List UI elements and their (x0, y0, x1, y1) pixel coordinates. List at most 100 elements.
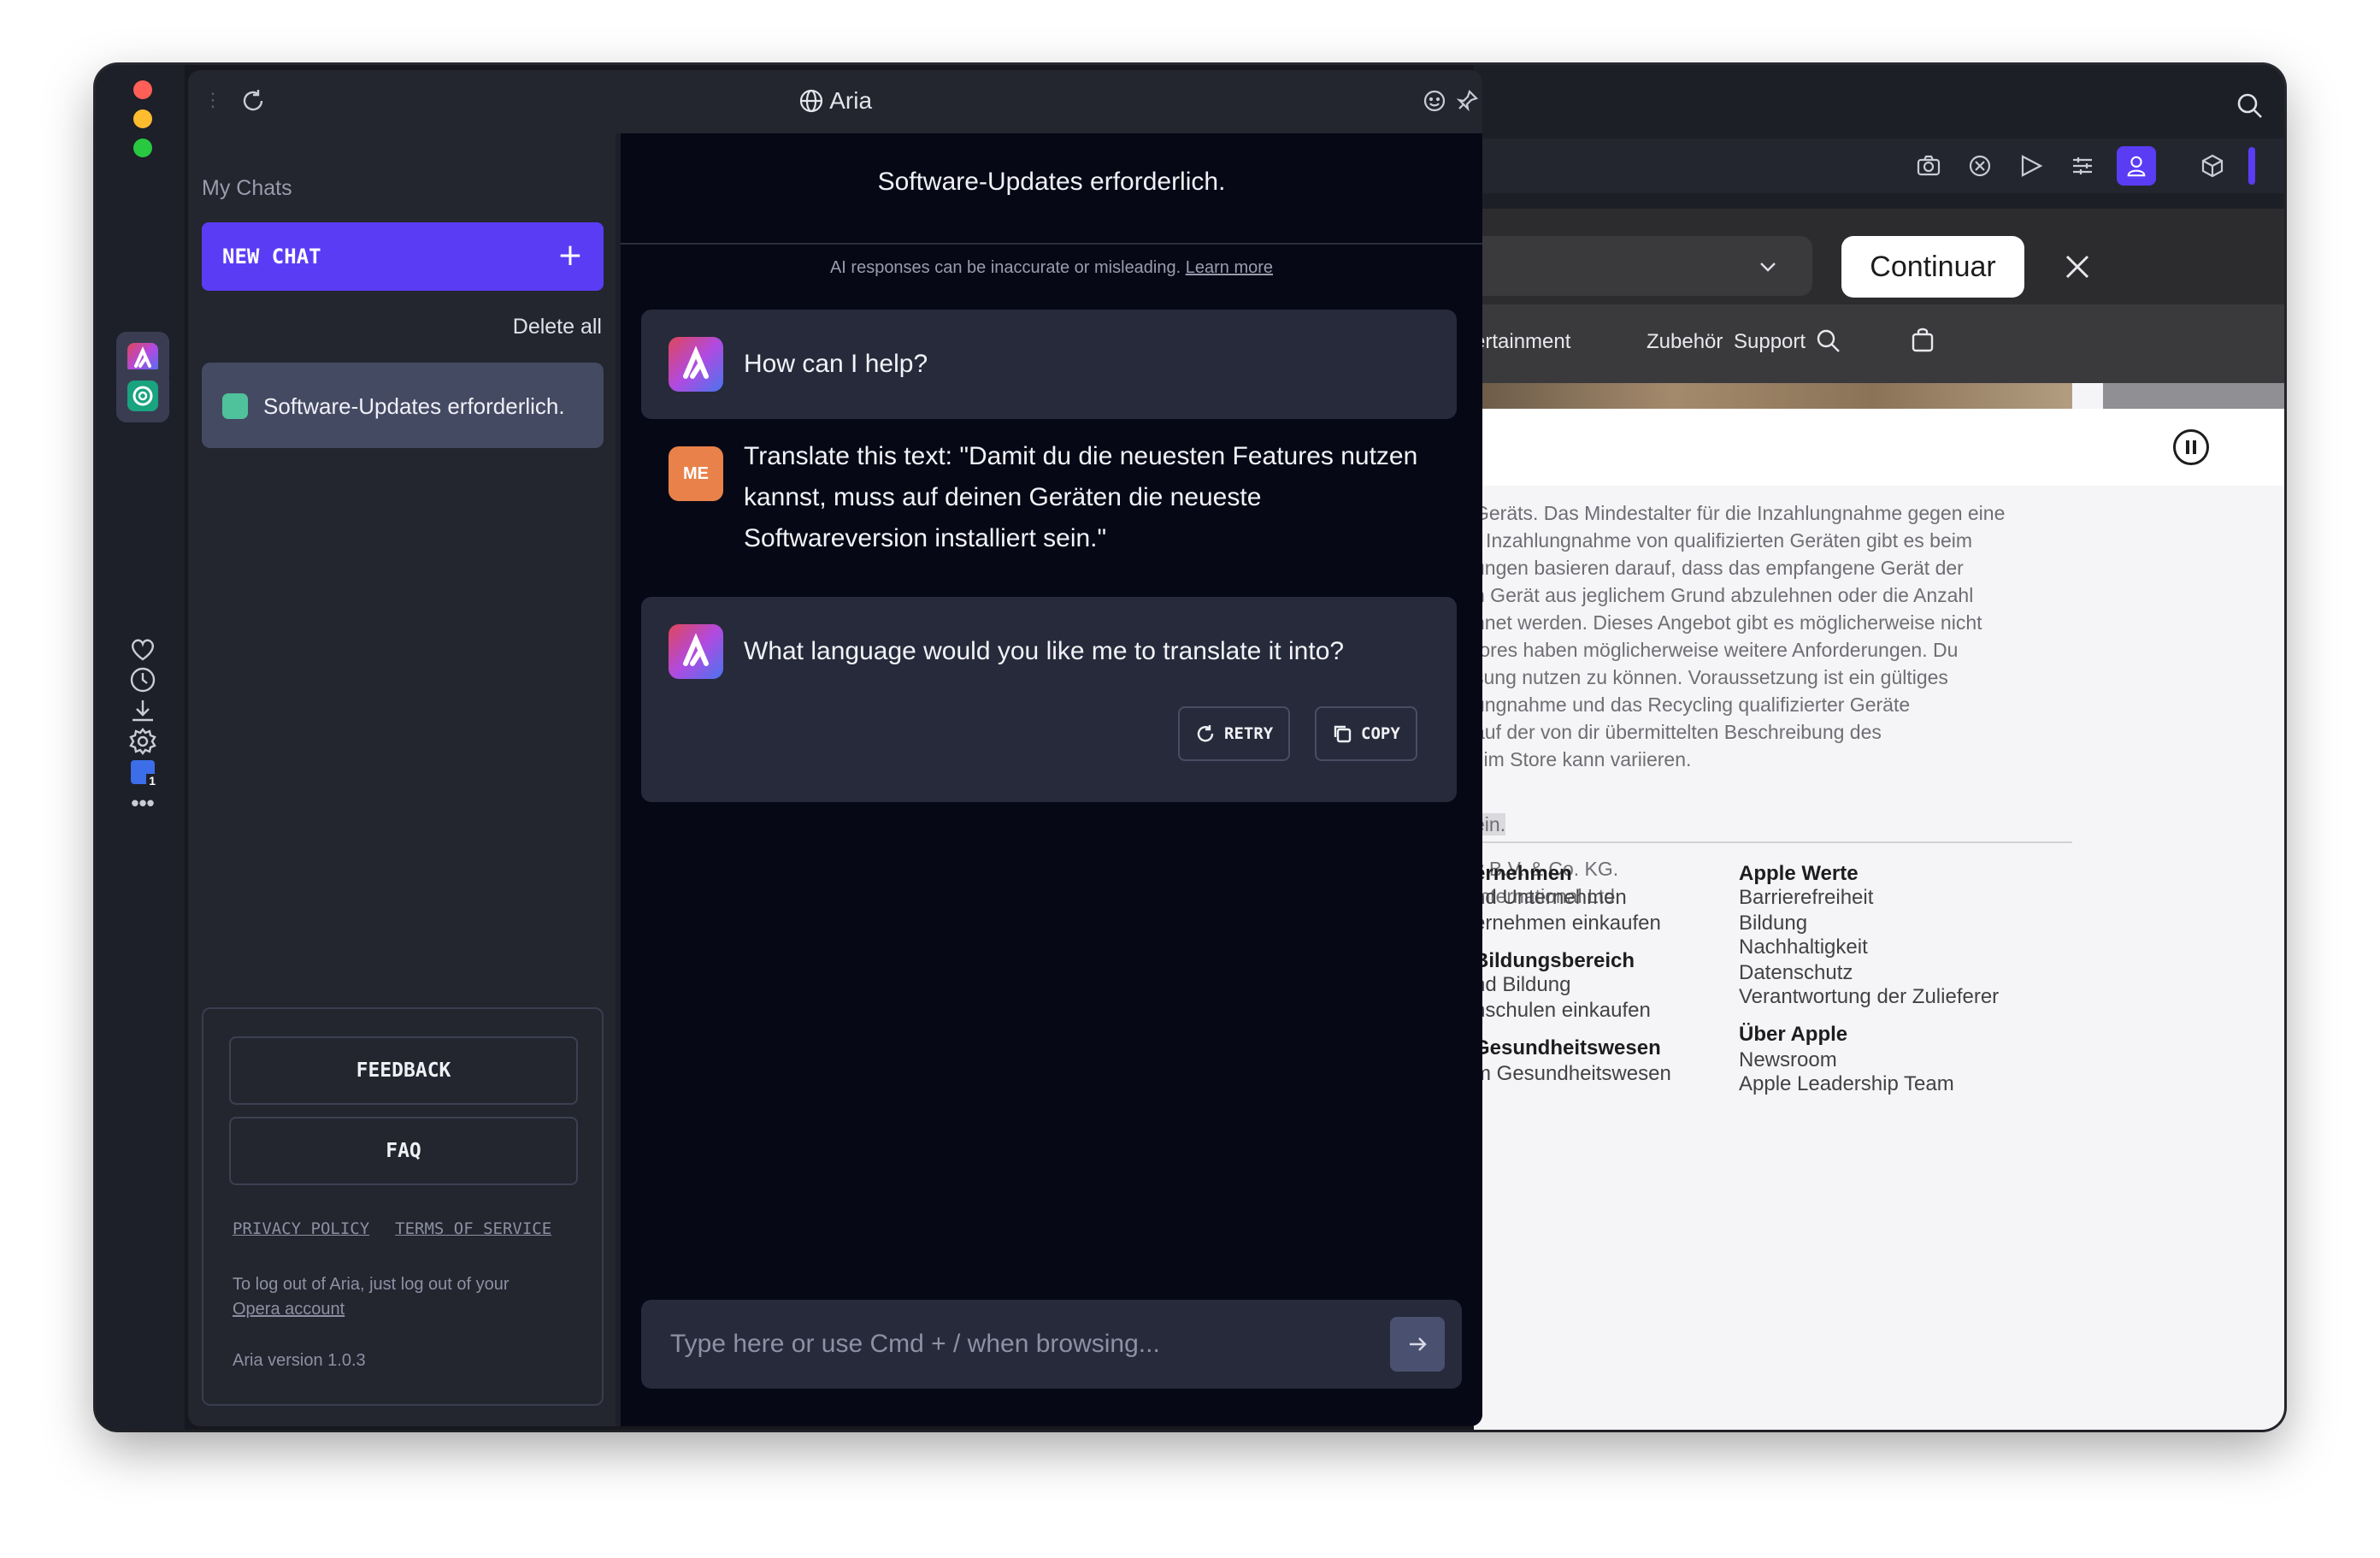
delete-all-button[interactable]: Delete all (513, 315, 602, 339)
close-window-button[interactable] (133, 80, 152, 99)
disclaimer-text: AI responses can be inaccurate or mislea… (829, 258, 1181, 277)
legal-line: Geräts. Das Mindestalter für die Inzahlu… (1474, 502, 2006, 524)
chatgpt-app-icon[interactable] (116, 369, 169, 422)
close-icon[interactable] (2057, 246, 2098, 287)
footer-link[interactable]: Datenschutz (1739, 961, 1853, 985)
sidebar-accent-bar (2248, 147, 2255, 185)
browser-toolbar (1474, 139, 2284, 193)
maximize-window-button[interactable] (133, 139, 152, 157)
country-dropdown[interactable] (1474, 236, 1812, 296)
app-window: 1 ••• Continuar ertainment Zubehör Suppo… (96, 65, 2284, 1430)
chat-list-item[interactable]: Software-Updates erforderlich. (202, 363, 604, 448)
chat-area: Software-Updates erforderlich. AI respon… (621, 133, 1482, 1426)
globe-icon (799, 89, 823, 113)
footer-link[interactable]: Verantwortung der Zulieferer (1739, 985, 1999, 1009)
pin-icon[interactable] (1453, 87, 1481, 119)
user-message: ME Translate this text: "Damit du die ne… (641, 436, 1457, 581)
chevron-down-icon (1760, 263, 1776, 272)
terms-of-service-link[interactable]: TERMS OF SERVICE (395, 1219, 551, 1238)
aria-avatar-icon (669, 624, 723, 679)
pause-icon[interactable] (2173, 429, 2209, 465)
site-nav: ertainment Zubehör Support (1474, 304, 2284, 383)
copy-button[interactable]: COPY (1315, 706, 1417, 761)
disclaimer: AI responses can be inaccurate or mislea… (621, 258, 1482, 278)
chat-color-dot (222, 393, 248, 419)
footer-heading: ernehmen (1474, 862, 1572, 885)
chat-header-title: Software-Updates erforderlich. (877, 168, 1226, 196)
opera-account-link[interactable]: Opera account (233, 1300, 345, 1319)
aria-titlebar: ⋮ Aria (188, 70, 1482, 133)
company-line: y B.V. & Co. KG. (1474, 858, 1619, 880)
bag-icon[interactable] (1908, 325, 1937, 358)
footer-heading: Bildungsbereich (1474, 949, 1635, 972)
continue-button[interactable]: Continuar (1841, 236, 2024, 298)
profile-icon[interactable] (2117, 146, 2156, 186)
chat-input[interactable] (669, 1322, 1339, 1366)
emoji-icon[interactable] (1421, 87, 1448, 119)
retry-label: RETRY (1224, 724, 1274, 743)
footer-link[interactable]: nd Bildung (1474, 973, 1570, 997)
user-avatar: ME (669, 446, 723, 501)
new-chat-button[interactable]: NEW CHAT + (202, 222, 604, 291)
faq-button[interactable]: FAQ (229, 1117, 578, 1185)
footer-heading: Gesundheitswesen (1474, 1036, 1661, 1059)
region-banner: Continuar (1474, 209, 2284, 304)
footer-link[interactable]: ernehmen einkaufen (1474, 912, 1661, 935)
easy-setup-icon[interactable] (2067, 150, 2098, 181)
legal-text: Geräts. Das Mindestalter für die Inzahlu… (1474, 499, 2243, 910)
legal-line: r Inzahlungnahme von qualifizierten Gerä… (1474, 529, 1973, 552)
footer-link[interactable]: Newsroom (1739, 1048, 1837, 1072)
copy-label: COPY (1361, 724, 1400, 743)
retry-button[interactable]: RETRY (1178, 706, 1291, 761)
message-text: What language would you like me to trans… (744, 637, 1345, 665)
feedback-button[interactable]: FEEDBACK (229, 1036, 578, 1105)
legal-line: ungnahme und das Recycling qualifizierte… (1474, 693, 1911, 716)
arrow-right-icon (1410, 1337, 1427, 1351)
nav-support[interactable]: Support (1734, 330, 1806, 354)
aria-sidebar: My Chats NEW CHAT + Delete all Software-… (188, 133, 616, 1426)
extensions-icon[interactable] (2197, 150, 2228, 181)
new-chat-label: NEW CHAT (222, 245, 321, 269)
sidebar-footer: FEEDBACK FAQ PRIVACY POLICY TERMS OF SERV… (202, 1007, 604, 1406)
footer-link[interactable]: Bildung (1739, 912, 1807, 935)
footer-link[interactable]: m Gesundheitswesen (1474, 1062, 1671, 1086)
legal-line: auf der von dir übermittelten Beschreibu… (1474, 721, 1882, 743)
footer-heading: Apple Werte (1739, 862, 1859, 885)
message-text: How can I help? (744, 350, 928, 378)
footer-heading: Über Apple (1739, 1023, 1848, 1046)
more-icon[interactable]: ••• (116, 776, 169, 829)
footer-link[interactable]: nd Unternehmen (1474, 886, 1627, 910)
assistant-message: How can I help? (641, 310, 1457, 419)
footer-divider (1474, 841, 2072, 843)
legal-line: n Gerät aus jeglichem Grund abzulehnen o… (1474, 584, 1974, 606)
footer-link[interactable]: Barrierefreiheit (1739, 886, 1873, 910)
legal-line: ungen basieren darauf, dass das empfange… (1474, 557, 1964, 579)
assistant-message: What language would you like me to trans… (641, 597, 1457, 802)
browser-window: Continuar ertainment Zubehör Support Ger… (1474, 65, 2284, 1430)
chat-header: Software-Updates erforderlich. (621, 133, 1482, 245)
nav-accessories[interactable]: Zubehör (1647, 330, 1723, 354)
chat-input-container (641, 1300, 1462, 1389)
logout-note: To log out of Aria, just log out of your… (233, 1272, 592, 1322)
site-search-icon[interactable] (1814, 327, 1843, 360)
aria-title-text: Aria (829, 87, 873, 114)
nav-entertainment[interactable]: ertainment (1474, 330, 1570, 354)
adblock-icon[interactable] (1965, 150, 1995, 181)
left-sidebar: 1 ••• (96, 65, 185, 1430)
send-icon[interactable] (2016, 150, 2047, 181)
my-chats-label: My Chats (202, 176, 292, 200)
camera-icon[interactable] (1913, 150, 1944, 181)
search-icon[interactable] (2235, 91, 2265, 126)
aria-panel: ⋮ Aria My Chats NEW CHAT + Delete all So… (188, 70, 1482, 1426)
minimize-window-button[interactable] (133, 109, 152, 128)
privacy-policy-link[interactable]: PRIVACY POLICY (233, 1219, 369, 1238)
learn-more-link[interactable]: Learn more (1186, 258, 1273, 277)
footer-link[interactable]: hschulen einkaufen (1474, 999, 1651, 1023)
legal-line: sung nutzen zu können. Voraussetzung ist… (1474, 666, 1948, 688)
send-button[interactable] (1390, 1317, 1445, 1372)
footer-link[interactable]: Apple Leadership Team (1739, 1072, 1954, 1096)
legal-line: hnet werden. Dieses Angebot gibt es mögl… (1474, 611, 1982, 634)
message-text: Translate this text: "Damit du die neues… (744, 436, 1417, 559)
footer-link[interactable]: Nachhaltigkeit (1739, 935, 1868, 959)
version-text: Aria version 1.0.3 (233, 1351, 366, 1370)
